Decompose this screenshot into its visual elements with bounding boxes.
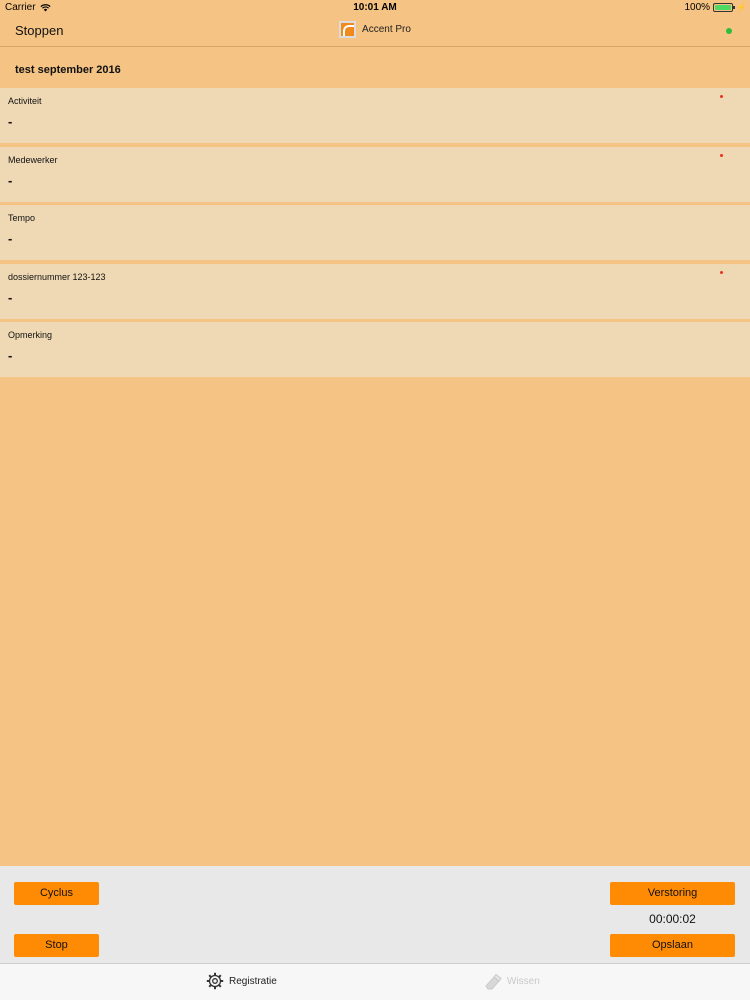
field-opmerking[interactable]: Opmerking - [0,322,750,377]
charging-icon: ⚡ [736,3,746,12]
required-marker [720,153,723,157]
tab-label: Wissen [507,975,540,987]
battery-group: 100% ⚡ [684,2,746,13]
project-name: test september 2016 [15,64,121,76]
field-label: Activiteit [8,96,42,106]
tab-wissen[interactable]: Wissen [484,972,540,990]
field-value: - [8,114,13,129]
status-bar: Carrier 10:01 AM 100% ⚡ [0,0,750,16]
navigation-bar: Stoppen Accent Pro [0,16,750,47]
action-panel: Cyclus Stop Verstoring 00:00:02 Opslaan [0,866,750,963]
eraser-icon [485,973,502,990]
field-value: - [8,348,13,363]
opslaan-button[interactable]: Opslaan [610,934,735,957]
battery-icon [713,3,736,12]
project-header: test september 2016 [0,48,750,88]
field-dossiernummer[interactable]: dossiernummer 123-123 - [0,263,750,319]
field-value: - [8,172,13,188]
field-list: Activiteit - Medewerker - Tempo - dossie… [0,88,750,381]
required-marker [720,95,723,98]
field-activiteit[interactable]: Activiteit - [0,88,750,143]
field-label: dossiernummer 123-123 [8,271,106,282]
tab-label: Registratie [229,975,277,987]
connection-status-dot [726,28,732,34]
field-label: Tempo [8,213,36,223]
status-time: 10:01 AM [353,2,397,13]
tab-bar: Registratie Wissen [0,963,750,1000]
app-title-group: Accent Pro [0,21,750,38]
app-title: Accent Pro [362,24,411,35]
field-label: Opmerking [8,330,53,340]
cyclus-button[interactable]: Cyclus [14,882,99,905]
verstoring-button[interactable]: Verstoring [610,882,735,905]
stop-button[interactable]: Stop [14,934,99,957]
tab-registratie[interactable]: Registratie [206,972,277,990]
elapsed-timer: 00:00:02 [649,912,696,926]
app-logo-icon [339,21,357,38]
field-medewerker[interactable]: Medewerker - [0,146,750,202]
gear-icon [206,972,224,990]
field-value: - [8,231,13,246]
required-marker [720,270,723,274]
field-label: Medewerker [8,154,58,165]
field-tempo[interactable]: Tempo - [0,205,750,260]
field-value: - [8,289,13,305]
battery-percentage: 100% [684,2,711,13]
